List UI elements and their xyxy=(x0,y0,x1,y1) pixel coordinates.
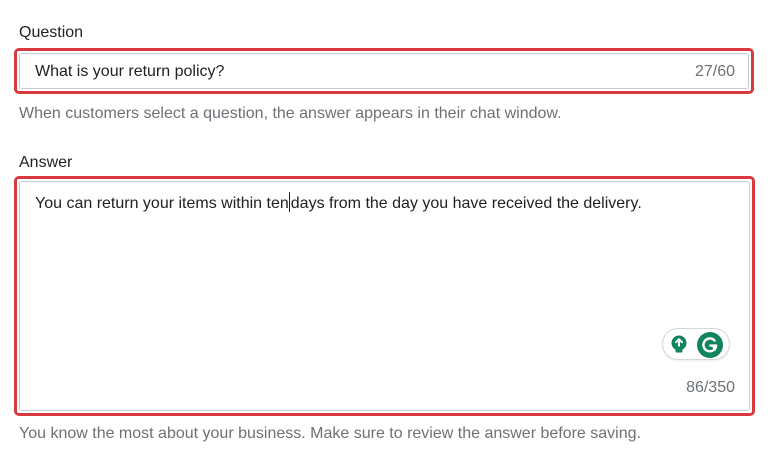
question-field[interactable]: What is your return policy? 27/60 xyxy=(14,48,754,94)
answer-help-text: You know the most about your business. M… xyxy=(19,425,641,442)
answer-field-border xyxy=(19,181,750,411)
question-help-text: When customers select a question, the an… xyxy=(19,105,562,122)
answer-textarea[interactable]: You can return your items within ten days… xyxy=(14,176,755,416)
text-caret xyxy=(288,192,290,212)
question-input-value[interactable]: What is your return policy? xyxy=(35,62,224,82)
answer-text-after-caret: days from the day you have received the … xyxy=(290,195,642,212)
answer-label: Answer xyxy=(19,154,73,171)
lightbulb-icon[interactable] xyxy=(669,335,689,355)
grammarly-icon[interactable] xyxy=(697,332,723,358)
answer-character-counter: 86/350 xyxy=(686,379,735,396)
answer-text-before-caret: You can return your items within ten xyxy=(35,195,289,212)
question-label: Question xyxy=(19,24,84,41)
question-character-counter: 27/60 xyxy=(694,63,735,80)
grammarly-widget[interactable] xyxy=(662,328,730,360)
faq-edit-form: Question What is your return policy? 27/… xyxy=(0,0,772,462)
answer-textarea-value[interactable]: You can return your items within ten days… xyxy=(35,192,642,214)
